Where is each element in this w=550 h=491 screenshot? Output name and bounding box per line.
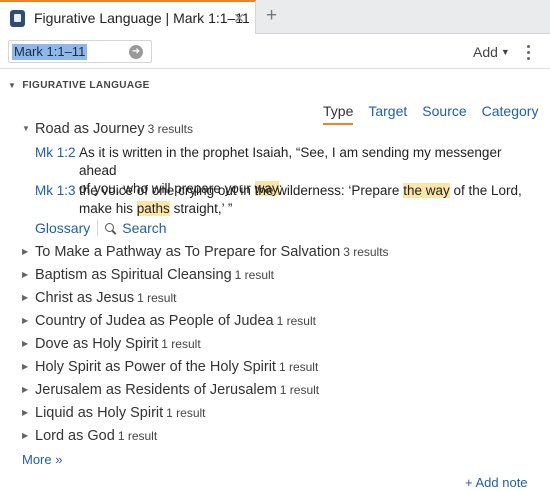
sort-tabs: Type Target Source Category	[323, 103, 550, 125]
tab-type[interactable]: Type	[323, 103, 354, 125]
item-title: Jerusalem as Residents of Jerusalem	[35, 382, 277, 398]
list-item-expanded[interactable]: ▼ Road as Journey 3 results	[22, 121, 193, 137]
expanded-caret-icon: ▼	[22, 124, 30, 133]
close-icon[interactable]: ✕	[233, 10, 245, 26]
item-title: Road as Journey	[35, 121, 145, 137]
expand-caret-icon: ▶	[22, 385, 29, 394]
item-count: 1 result	[137, 291, 177, 305]
item-title: Christ as Jesus	[35, 290, 135, 306]
reference-input[interactable]: Mark 1:1–11 ➜	[8, 40, 152, 63]
tab-source[interactable]: Source	[422, 103, 466, 125]
list-item[interactable]: ▶ Liquid as Holy Spirit 1 result	[22, 405, 206, 421]
reference-value[interactable]: Mark 1:1–11	[12, 44, 88, 60]
item-title: Dove as Holy Spirit	[35, 336, 159, 352]
more-link[interactable]: More »	[22, 452, 62, 467]
item-count: 1 result	[234, 268, 275, 282]
item-title: Country of Judea as People of Judea	[35, 313, 274, 329]
section-title: FIGURATIVE LANGUAGE	[22, 80, 150, 91]
list-item[interactable]: ▶ Baptism as Spiritual Cleansing 1 result	[22, 267, 274, 283]
expand-caret-icon: ▶	[22, 293, 29, 302]
verse-text: the voice of one crying out in the wilde…	[79, 182, 539, 218]
list-item[interactable]: ▶ Dove as Holy Spirit 1 result	[22, 336, 201, 352]
search-link[interactable]: Search	[105, 220, 167, 236]
expand-caret-icon: ▶	[22, 362, 29, 371]
verse-ref[interactable]: Mk 1:2	[35, 144, 76, 162]
item-count: 1 result	[279, 383, 320, 397]
tab-bar: Figurative Language | Mark 1:1–11 ✕ +	[0, 0, 550, 34]
item-title: Baptism as Spiritual Cleansing	[35, 267, 232, 283]
expand-caret-icon: ▶	[22, 316, 29, 325]
list-item[interactable]: ▶ Country of Judea as People of Judea 1 re…	[22, 313, 316, 329]
verse-ref[interactable]: Mk 1:3	[35, 182, 76, 200]
expand-caret-icon: ▶	[22, 270, 29, 279]
item-title: Liquid as Holy Spirit	[35, 405, 164, 421]
expand-caret-icon: ▶	[22, 339, 29, 348]
item-count: 1 result	[166, 406, 206, 420]
item-count: 1 result	[161, 337, 201, 351]
item-title: Holy Spirit as Power of the Holy Spirit	[35, 359, 276, 375]
verse-highlight: the way	[403, 183, 450, 198]
add-button[interactable]: Add ▼	[473, 44, 510, 60]
add-button-label: Add	[473, 44, 498, 60]
glossary-link[interactable]: Glossary	[35, 220, 99, 236]
search-link-label: Search	[122, 220, 167, 236]
tab-target[interactable]: Target	[368, 103, 407, 125]
section-header[interactable]: ▼ FIGURATIVE LANGUAGE	[8, 80, 150, 91]
chevron-down-icon: ▼	[500, 47, 510, 57]
verse-text-part: As it is written in the prophet Isaiah, …	[79, 145, 502, 178]
tab-figurative-language[interactable]: Figurative Language | Mark 1:1–11 ✕	[0, 0, 256, 34]
expand-caret-icon: ▶	[22, 247, 29, 256]
item-count: 1 result	[278, 360, 319, 374]
verse-text-part: the voice of one crying out in the wilde…	[79, 183, 404, 198]
list-item[interactable]: ▶ Lord as God 1 result	[22, 428, 157, 444]
item-count: 3 results	[343, 245, 389, 259]
list-item[interactable]: ▶ Christ as Jesus 1 result	[22, 290, 176, 306]
item-links: Glossary Search	[35, 220, 167, 236]
toolbar: Mark 1:1–11 ➜ Add ▼	[0, 35, 550, 69]
search-icon	[105, 222, 116, 234]
item-title: Lord as God	[35, 428, 115, 444]
tab-title: Figurative Language | Mark 1:1–11	[34, 10, 250, 26]
expand-caret-icon: ▶	[22, 408, 29, 417]
go-arrow-icon[interactable]: ➜	[129, 45, 143, 59]
add-tab-icon[interactable]: +	[266, 6, 277, 26]
verse-text-part: make his	[79, 201, 137, 216]
verse-highlight: paths	[136, 201, 170, 216]
expand-caret-icon: ▶	[22, 431, 29, 440]
item-count: 3 results	[147, 122, 193, 136]
list-item[interactable]: ▶ Jerusalem as Residents of Jerusalem 1 re…	[22, 382, 319, 398]
add-note-link[interactable]: + Add note	[465, 475, 528, 490]
item-count: 1 result	[117, 429, 158, 443]
verse-text-part: of the Lord,	[449, 183, 522, 198]
collapse-caret-icon: ▼	[8, 81, 17, 90]
item-title: To Make a Pathway as To Prepare for Salv…	[35, 244, 341, 260]
more-options-icon[interactable]	[522, 43, 534, 63]
item-count: 1 result	[276, 314, 316, 328]
tab-category[interactable]: Category	[482, 103, 539, 125]
guide-icon	[10, 9, 25, 27]
list-item[interactable]: ▶ Holy Spirit as Power of the Holy Spirit…	[22, 359, 318, 375]
list-item[interactable]: ▶ To Make a Pathway as To Prepare for Sal…	[22, 244, 389, 260]
verse-text-part: straight,’ ”	[169, 201, 233, 216]
